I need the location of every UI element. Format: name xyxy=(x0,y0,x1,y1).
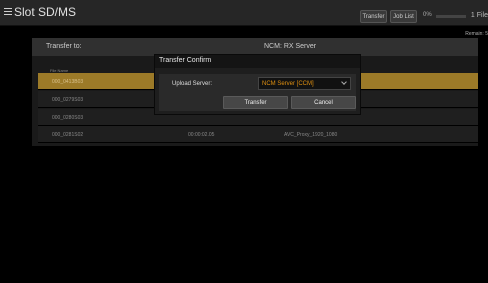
clip-name: 000_0279S03 xyxy=(52,97,84,103)
clip-name: 000_0280S03 xyxy=(52,115,84,121)
dialog-body: Upload Server: NCM Server [CCM] Transfer… xyxy=(159,74,356,111)
progress-percent: 0% xyxy=(423,12,432,18)
clip-format: AVC_Proxy_1920_1080 xyxy=(284,132,338,138)
cancel-button[interactable]: Cancel xyxy=(291,96,356,109)
confirm-transfer-button[interactable]: Transfer xyxy=(223,96,288,109)
destination-server-name: NCM: RX Server xyxy=(264,43,317,50)
chevron-down-icon xyxy=(341,79,347,85)
page-title: Slot SD/MS xyxy=(14,5,77,19)
top-bar: Slot SD/MS Transfer Job List 0% 1 File xyxy=(0,0,488,26)
clip-duration: 00:00:02.05 xyxy=(188,132,215,138)
clip-name: 000_0281S02 xyxy=(52,132,84,138)
upload-server-label: Upload Server: xyxy=(172,81,213,87)
job-list-button[interactable]: Job List xyxy=(390,10,417,23)
transfer-to-label: Transfer to: xyxy=(46,43,82,50)
upload-server-select[interactable]: NCM Server [CCM] xyxy=(258,77,351,90)
file-count: 1 File xyxy=(470,12,488,19)
menu-icon[interactable] xyxy=(4,8,12,15)
clip-name: 000_0413B03 xyxy=(52,79,84,85)
transfer-button[interactable]: Transfer xyxy=(360,10,387,23)
progress-bar xyxy=(436,15,466,18)
clip-row[interactable]: 000_0281S02 00:00:02.05 AVC_Proxy_1920_1… xyxy=(38,126,478,143)
dialog-title: Transfer Confirm xyxy=(155,55,360,68)
transfer-confirm-dialog: Transfer Confirm Upload Server: NCM Serv… xyxy=(154,54,361,115)
upload-server-value: NCM Server [CCM] xyxy=(262,81,314,87)
remain-label: Remain: 5 xyxy=(465,31,488,37)
